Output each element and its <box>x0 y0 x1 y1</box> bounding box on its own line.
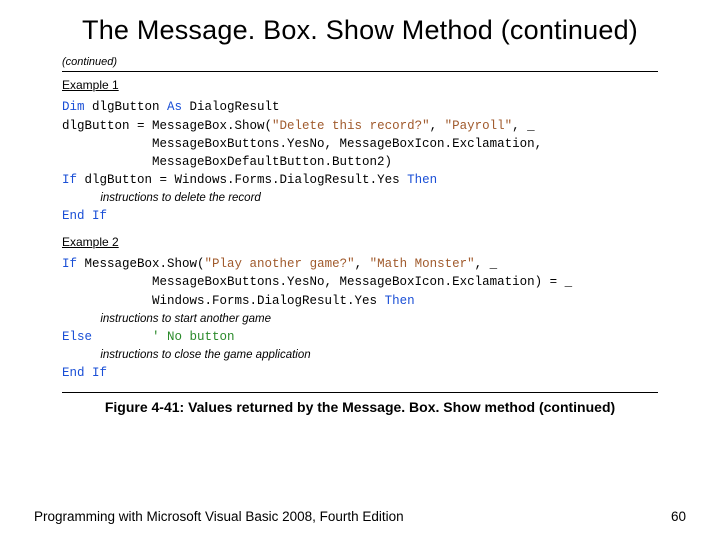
string-literal: "Payroll" <box>445 119 513 133</box>
keyword-end: End <box>62 209 85 223</box>
footer-text: Programming with Microsoft Visual Basic … <box>34 509 404 524</box>
code-text: dlgButton = Windows.Forms.DialogResult.Y… <box>77 173 407 187</box>
separator-bottom <box>62 392 658 393</box>
pseudo-instruction: instructions to close the game applicati… <box>62 349 311 361</box>
keyword-if: If <box>92 366 107 380</box>
keyword-if: If <box>62 173 77 187</box>
pseudo-instruction: instructions to delete the record <box>62 192 261 204</box>
example-2-label: Example 2 <box>62 235 686 249</box>
code-text: , _ <box>475 257 498 271</box>
code-text: , <box>430 119 445 133</box>
keyword-end: End <box>62 366 85 380</box>
example-2-code: If MessageBox.Show("Play another game?",… <box>62 255 686 382</box>
keyword-then: Then <box>407 173 437 187</box>
code-text: dlgButton = MessageBox.Show( <box>62 119 272 133</box>
string-literal: "Delete this record?" <box>272 119 430 133</box>
separator-top <box>62 71 658 72</box>
keyword-if: If <box>92 209 107 223</box>
pseudo-instruction: instructions to start another game <box>62 313 271 325</box>
code-text: MessageBoxDefaultButton.Button2) <box>62 155 392 169</box>
code-text: Windows.Forms.DialogResult.Yes <box>62 294 385 308</box>
string-literal: "Math Monster" <box>370 257 475 271</box>
example-1-label: Example 1 <box>62 78 686 92</box>
code-text: , _ <box>512 119 535 133</box>
page-number: 60 <box>671 509 686 524</box>
string-literal: "Play another game?" <box>205 257 355 271</box>
code-text: dlgButton <box>85 100 168 114</box>
code-text <box>85 366 93 380</box>
footer: Programming with Microsoft Visual Basic … <box>34 509 686 524</box>
code-text: MessageBoxButtons.YesNo, MessageBoxIcon.… <box>62 137 542 151</box>
continued-note: (continued) <box>62 56 686 68</box>
code-text: MessageBox.Show( <box>77 257 205 271</box>
keyword-dim: Dim <box>62 100 85 114</box>
figure-caption: Figure 4-41: Values returned by the Mess… <box>34 399 686 417</box>
example-1-code: Dim dlgButton As DialogResult dlgButton … <box>62 98 686 225</box>
keyword-else: Else <box>62 330 92 344</box>
keyword-as: As <box>167 100 182 114</box>
code-text <box>85 209 93 223</box>
code-text: , <box>355 257 370 271</box>
slide: The Message. Box. Show Method (continued… <box>0 0 720 540</box>
code-text: DialogResult <box>182 100 280 114</box>
keyword-if: If <box>62 257 77 271</box>
code-text <box>92 330 152 344</box>
code-text: MessageBoxButtons.YesNo, MessageBoxIcon.… <box>62 275 572 289</box>
code-comment: ' No button <box>152 330 235 344</box>
slide-title: The Message. Box. Show Method (continued… <box>34 14 686 46</box>
keyword-then: Then <box>385 294 415 308</box>
